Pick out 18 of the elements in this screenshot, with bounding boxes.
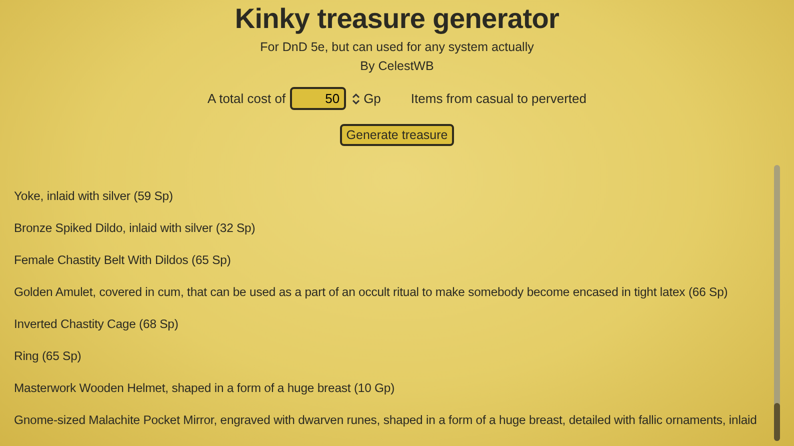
- scrollbar[interactable]: [774, 165, 780, 441]
- author-credit: By CelestWB: [360, 59, 434, 73]
- generate-button[interactable]: Generate treasure: [340, 124, 454, 146]
- page-title: Kinky treasure generator: [234, 3, 560, 35]
- treasure-item: Ring (65 Sp): [14, 348, 82, 364]
- treasure-item: Golden Amulet, covered in cum, that can be used as a part of an occult ritual to make somebody become encased in tight latex (66 Sp): [14, 284, 729, 300]
- treasure-item: Yoke, inlaid with silver (59 Sp): [14, 188, 174, 204]
- cost-label: A total cost of: [208, 91, 286, 106]
- spinner-icon[interactable]: [352, 92, 360, 104]
- treasure-item: Bronze Spiked Dildo, inlaid with silver (32 Sp): [14, 220, 256, 236]
- treasure-item: Masterwork Wooden Helmet, shaped in a form of a huge breast (10 Gp): [14, 380, 396, 396]
- subtitle: For DnD 5e, but can used for any system actually: [260, 40, 534, 54]
- currency-label: Gp: [364, 91, 381, 106]
- treasure-item: Gnome-sized Malachite Pocket Mirror, engraved with dwarven runes, shaped in a form of a huge breast, detailed with fallic ornaments, inlaid: [14, 412, 758, 428]
- treasure-item: Inverted Chastity Cage (68 Sp): [14, 316, 180, 332]
- range-label: Items from casual to perverted: [410, 91, 586, 106]
- cost-input[interactable]: 50: [290, 87, 346, 110]
- treasure-item: Female Chastity Belt With Dildos (65 Sp): [14, 252, 232, 268]
